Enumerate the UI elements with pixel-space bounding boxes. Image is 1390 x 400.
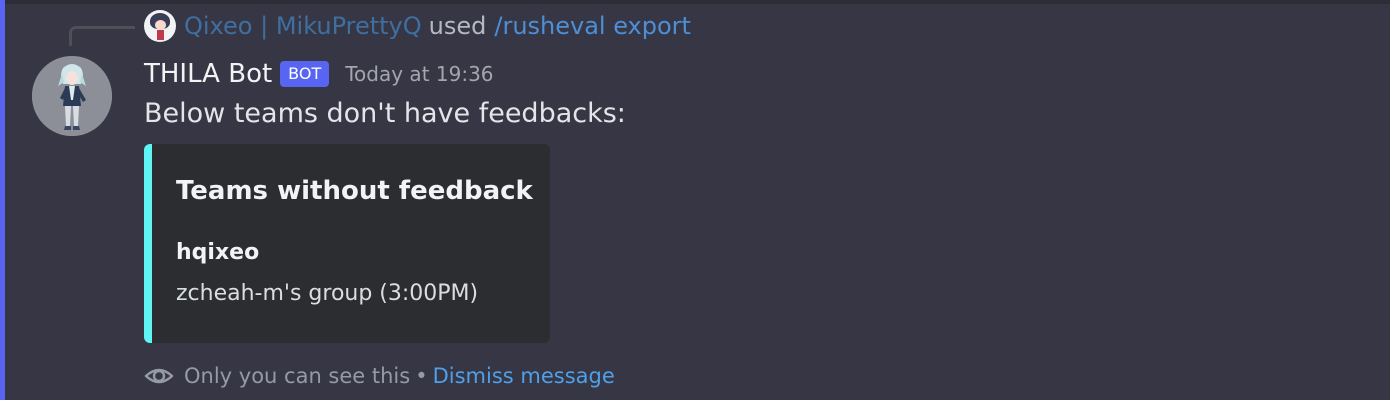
embed-field-name: hqixeo [176,240,260,265]
message-timestamp[interactable]: Today at 19:36 [345,62,493,86]
ephemeral-text: Only you can see this [184,364,411,388]
mention-highlight-bar [0,0,5,400]
embed-accent-bar [144,144,152,343]
bot-avatar-image [32,56,112,136]
reply-command[interactable]: /rusheval export [494,12,691,40]
reply-spine [69,26,135,46]
bot-tag-badge: BOT [280,61,330,87]
bot-avatar[interactable] [32,56,112,136]
reply-action: used [428,12,487,40]
separator-dot: • [415,364,428,388]
author-name[interactable]: THILA Bot [144,59,272,89]
message-container: Qixeo | MikuPrettyQ used /rusheval expor… [0,0,1390,400]
dismiss-message-link[interactable]: Dismiss message [433,364,615,388]
message-content: Below teams don't have feedbacks: [144,98,626,129]
ephemeral-notice: Only you can see this • Dismiss message [144,360,615,392]
embed-title: Teams without feedback [176,176,533,206]
embed-card: Teams without feedback hqixeo zcheah-m's… [144,144,550,343]
message-header: THILA Bot BOT Today at 19:36 [144,55,494,93]
embed-field-value: zcheah-m's group (3:00PM) [176,281,479,306]
reply-username[interactable]: Qixeo | MikuPrettyQ [184,12,422,40]
reply-context[interactable]: Qixeo | MikuPrettyQ used /rusheval expor… [144,8,691,44]
eye-icon [144,368,174,384]
reply-user-avatar[interactable] [144,10,176,42]
top-border [0,0,1390,4]
